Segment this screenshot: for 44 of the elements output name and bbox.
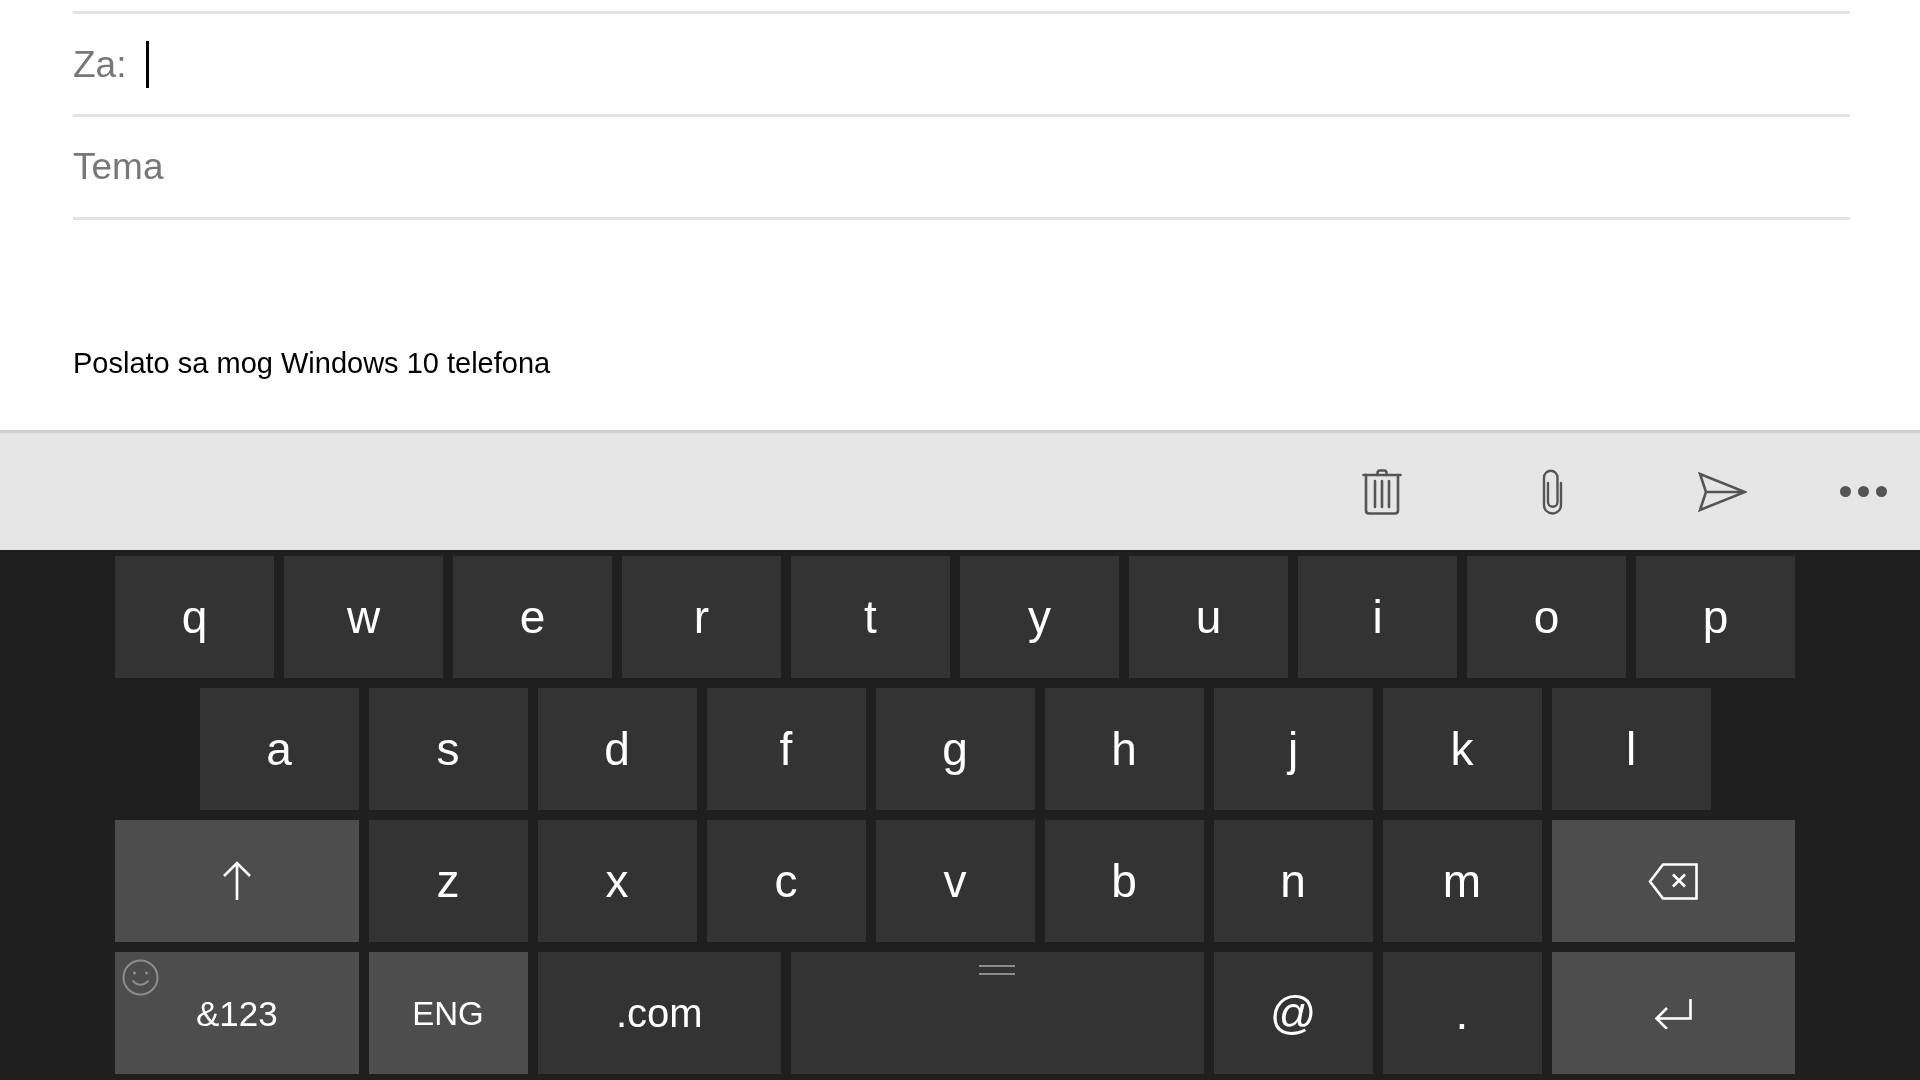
smiley-icon xyxy=(122,959,159,996)
send-icon[interactable] xyxy=(1697,471,1747,512)
subject-field[interactable]: Tema xyxy=(73,117,1850,217)
character-key[interactable]: @ xyxy=(1213,952,1373,1074)
letter-key[interactable]: u xyxy=(1129,556,1288,678)
domain-key[interactable]: .com xyxy=(537,952,781,1074)
more-icon[interactable] xyxy=(1840,486,1887,497)
letter-key[interactable]: b xyxy=(1044,820,1204,942)
letter-key[interactable]: h xyxy=(1044,688,1204,810)
letter-key[interactable]: o xyxy=(1467,556,1626,678)
arrow-up-icon xyxy=(221,861,252,901)
to-label: Za: xyxy=(73,45,127,83)
letter-key[interactable]: d xyxy=(537,688,697,810)
trash-icon[interactable] xyxy=(1362,468,1402,515)
letter-key[interactable]: y xyxy=(960,556,1119,678)
enter-icon xyxy=(1654,997,1693,1029)
letter-key[interactable]: z xyxy=(368,820,528,942)
letter-key[interactable]: l xyxy=(1551,688,1711,810)
signature-text: Poslato sa mog Windows 10 telefona xyxy=(73,347,551,379)
drag-handle-icon xyxy=(979,965,1016,975)
letter-key[interactable]: j xyxy=(1213,688,1373,810)
letter-key[interactable]: k xyxy=(1382,688,1542,810)
letter-key[interactable]: t xyxy=(791,556,950,678)
letter-key[interactable]: f xyxy=(706,688,866,810)
to-field[interactable]: Za: xyxy=(73,14,1850,117)
letter-key[interactable]: w xyxy=(284,556,443,678)
letter-key[interactable]: i xyxy=(1298,556,1457,678)
letter-key[interactable]: s xyxy=(368,688,528,810)
symbols-key[interactable]: &123 xyxy=(115,952,359,1074)
letter-key[interactable]: q xyxy=(115,556,274,678)
paperclip-icon[interactable] xyxy=(1541,468,1563,515)
backspace-icon xyxy=(1648,862,1699,900)
letter-key[interactable]: g xyxy=(875,688,1035,810)
letter-key[interactable]: a xyxy=(199,688,359,810)
character-key[interactable]: . xyxy=(1382,952,1542,1074)
letter-key[interactable]: x xyxy=(537,820,697,942)
letter-key[interactable]: m xyxy=(1382,820,1542,942)
letter-key[interactable]: e xyxy=(453,556,612,678)
letter-key[interactable]: p xyxy=(1636,556,1795,678)
language-key[interactable]: ENG xyxy=(368,952,528,1074)
letter-key[interactable]: c xyxy=(706,820,866,942)
letter-key[interactable]: v xyxy=(875,820,1035,942)
letter-key[interactable]: r xyxy=(622,556,781,678)
letter-key[interactable]: n xyxy=(1213,820,1373,942)
